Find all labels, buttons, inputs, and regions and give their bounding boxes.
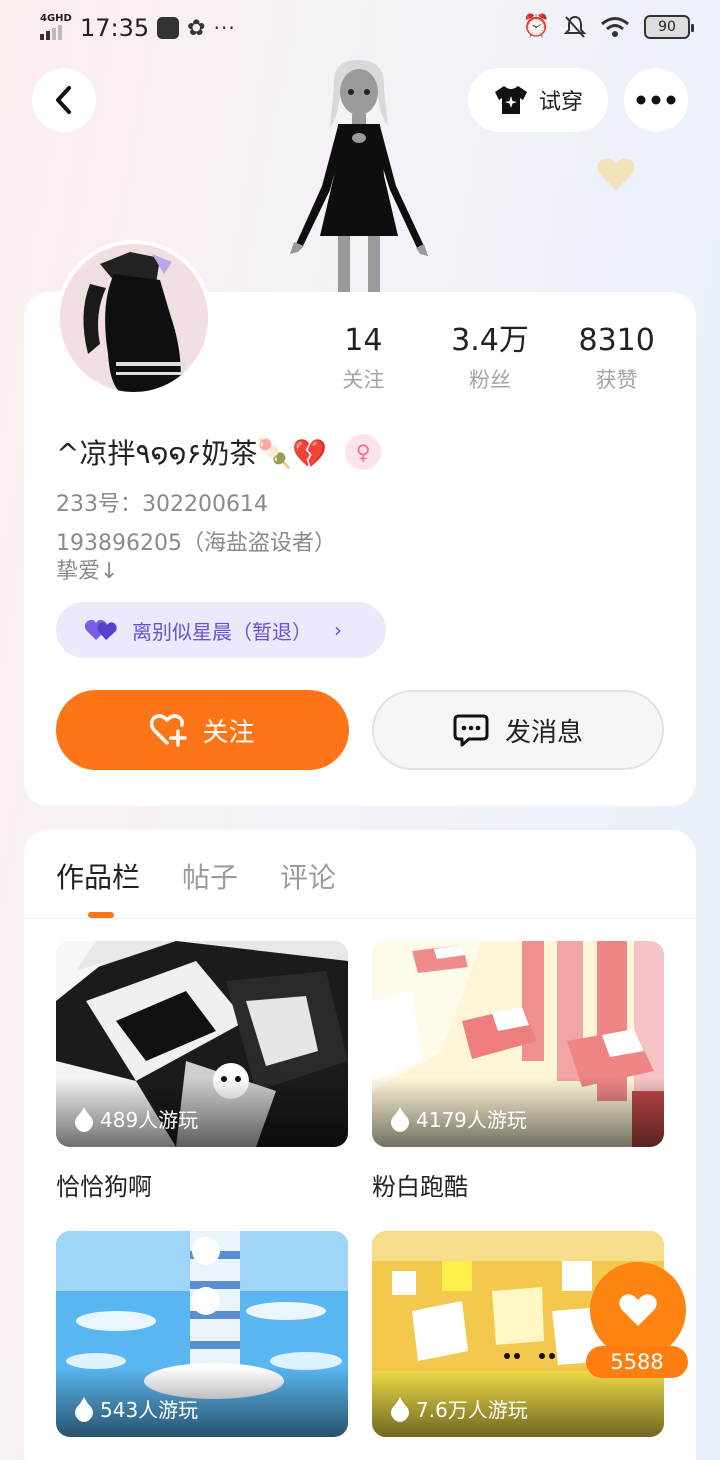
battery-level: 90	[658, 18, 676, 35]
play-count-label: 7.6万人游玩	[416, 1398, 528, 1422]
like-floating-button[interactable]	[590, 1262, 686, 1358]
tab-works[interactable]: 作品栏	[56, 856, 140, 896]
gender-symbol: ♀	[355, 440, 371, 464]
floating-heart-icon	[597, 158, 635, 190]
following-label: 关注	[342, 368, 385, 392]
play-count: 7.6万人游玩	[390, 1394, 528, 1423]
tab-posts[interactable]: 帖子	[182, 856, 238, 896]
chevron-right-icon: ›	[334, 618, 342, 642]
bio-line-2: 挚爱↓	[56, 559, 119, 584]
tab-divider	[24, 918, 696, 919]
try-on-button[interactable]: 试穿	[468, 68, 608, 132]
profile-stats: 14 关注 3.4万 粉丝 8310 获赞	[300, 322, 680, 394]
mute-bell-icon	[564, 15, 586, 38]
shirt-sparkle-icon	[494, 86, 527, 114]
like-count-badge: 5588	[586, 1346, 688, 1378]
cp-relationship-tag[interactable]: 离别似星晨（暂退） ›	[56, 602, 386, 658]
nickname-row: ^凉拌٩໑໑۶奶茶🍡💔 ♀	[56, 432, 382, 472]
following-stat[interactable]: 14 关注	[300, 322, 427, 394]
back-button[interactable]	[32, 68, 96, 132]
notification-mail-icon	[157, 17, 180, 39]
followers-count: 3.4万	[451, 323, 529, 358]
send-message-label: 发消息	[504, 717, 583, 748]
flame-icon	[75, 1396, 93, 1422]
likes-stat[interactable]: 8310 获赞	[553, 322, 680, 394]
cp-tag-label: 离别似星晨（暂退）	[132, 619, 312, 644]
followers-stat[interactable]: 3.4万 粉丝	[427, 322, 554, 394]
network-indicator: 4GHD	[40, 14, 72, 42]
user-id: 233号：302200614	[56, 492, 268, 517]
work-card[interactable]: 489人游玩 恰恰狗啊	[56, 941, 348, 1202]
play-count-label: 4179人游玩	[416, 1108, 527, 1132]
work-thumbnail: 489人游玩	[56, 941, 348, 1147]
followers-label: 粉丝	[469, 368, 511, 392]
chevron-left-icon	[56, 86, 71, 114]
send-message-button[interactable]: 发消息	[372, 690, 664, 770]
play-count-label: 489人游玩	[100, 1108, 199, 1132]
play-count: 4179人游玩	[390, 1104, 527, 1133]
follow-label: 关注	[202, 717, 255, 748]
wifi-icon	[601, 16, 629, 37]
more-options-button[interactable]	[624, 68, 688, 132]
work-title: 粉白跑酷	[372, 1173, 468, 1201]
follow-button[interactable]: 关注	[56, 690, 349, 770]
bio: 193896205（海盐盗设者） 挚爱↓	[56, 530, 336, 586]
network-type: 4GHD	[40, 13, 72, 24]
play-count: 489人游玩	[74, 1104, 198, 1133]
try-on-label: 试穿	[538, 90, 583, 115]
clock: 17:35	[80, 14, 150, 42]
nickname: ^凉拌٩໑໑۶奶茶🍡💔	[56, 437, 328, 470]
more-dots-icon	[636, 95, 676, 105]
following-count: 14	[344, 323, 383, 358]
tab-comments[interactable]: 评论	[280, 856, 336, 896]
heart-plus-icon	[150, 714, 188, 747]
chat-bubble-icon	[453, 714, 489, 747]
heart-icon	[619, 1294, 657, 1326]
flame-icon	[391, 1106, 409, 1132]
profile-avatar[interactable]	[56, 240, 212, 396]
profile-tabs: 作品栏 帖子 评论	[56, 856, 336, 896]
work-thumbnail: 543人游玩	[56, 1231, 348, 1437]
battery-indicator: 90	[644, 14, 694, 39]
status-bar: 4GHD 17:35 ✿ ··· ⏰ 90	[0, 0, 720, 56]
play-count-label: 543人游玩	[100, 1398, 199, 1422]
play-count: 543人游玩	[74, 1394, 198, 1423]
female-gender-icon: ♀	[345, 434, 382, 470]
double-heart-icon	[84, 619, 117, 640]
flame-icon	[391, 1396, 409, 1422]
avatar-image	[60, 244, 208, 392]
work-card[interactable]: 543人游玩	[56, 1231, 348, 1437]
work-card[interactable]: 4179人游玩 粉白跑酷	[372, 941, 664, 1202]
work-thumbnail: 4179人游玩	[372, 941, 664, 1147]
avatar-3d-figure[interactable]	[286, 56, 432, 296]
alarm-icon: ⏰	[522, 14, 550, 39]
likes-label: 获赞	[595, 368, 638, 392]
signal-icon	[40, 25, 62, 40]
more-notifications: ···	[213, 16, 236, 40]
work-title: 恰恰狗啊	[56, 1173, 152, 1201]
likes-count: 8310	[578, 323, 655, 358]
app-notification-icon: ✿	[187, 15, 206, 41]
flame-icon	[75, 1106, 93, 1132]
bio-line-1: 193896205（海盐盗设者）	[56, 531, 336, 556]
